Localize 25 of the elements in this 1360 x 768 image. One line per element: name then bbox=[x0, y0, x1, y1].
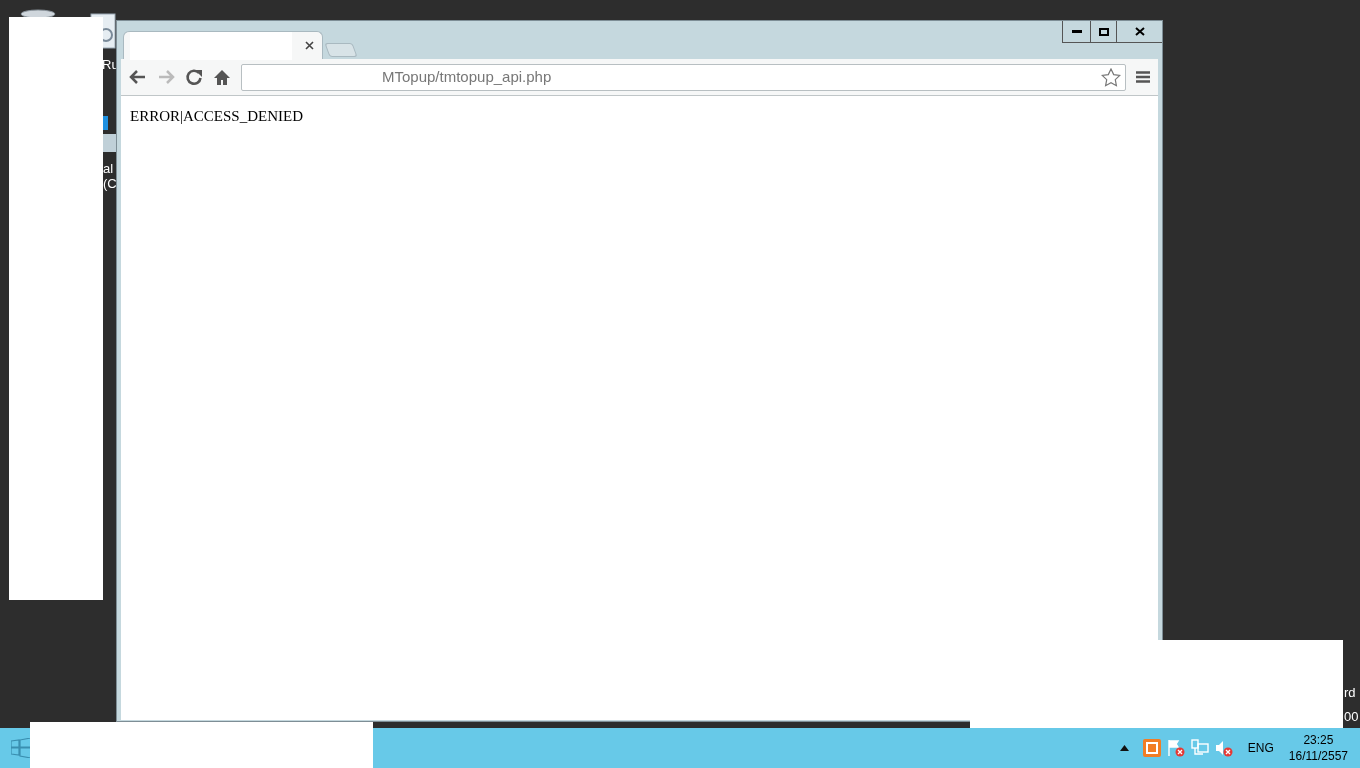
desktop-icon-label[interactable]: rd bbox=[1344, 685, 1356, 701]
star-icon[interactable] bbox=[1101, 67, 1121, 87]
close-icon bbox=[1134, 27, 1145, 36]
language-indicator[interactable]: ENG bbox=[1247, 739, 1274, 757]
page-text: ERROR|ACCESS_DENIED bbox=[130, 108, 304, 124]
back-arrow-icon[interactable] bbox=[129, 69, 147, 85]
maximize-icon bbox=[1098, 27, 1109, 36]
clock-date: 16/11/2557 bbox=[1288, 748, 1348, 764]
desktop-icon-label[interactable]: al bbox=[103, 161, 114, 177]
flag-error-icon[interactable] bbox=[1166, 739, 1185, 757]
clock-time: 23:25 bbox=[1303, 732, 1334, 748]
speaker-muted-icon[interactable] bbox=[1214, 739, 1233, 757]
close-tab-icon[interactable] bbox=[305, 41, 314, 50]
url-text: MTopup/tmtopup_api.php bbox=[382, 66, 553, 87]
reload-icon[interactable] bbox=[185, 68, 203, 86]
home-icon[interactable] bbox=[213, 68, 231, 86]
desktop-icon-label[interactable]: 00 bbox=[1344, 709, 1359, 725]
app-tray-icon[interactable] bbox=[1142, 739, 1161, 757]
windows-logo-icon[interactable] bbox=[11, 738, 31, 758]
up-arrow-icon[interactable] bbox=[1119, 745, 1129, 751]
address-bar[interactable]: MTopup/tmtopup_api.php bbox=[241, 63, 1126, 91]
desktop-icon-label[interactable]: (C bbox=[103, 176, 117, 192]
clock[interactable]: 23:25 16/11/2557 bbox=[1288, 732, 1348, 764]
minimize-icon bbox=[1071, 30, 1082, 33]
menu-icon[interactable] bbox=[1136, 71, 1150, 83]
